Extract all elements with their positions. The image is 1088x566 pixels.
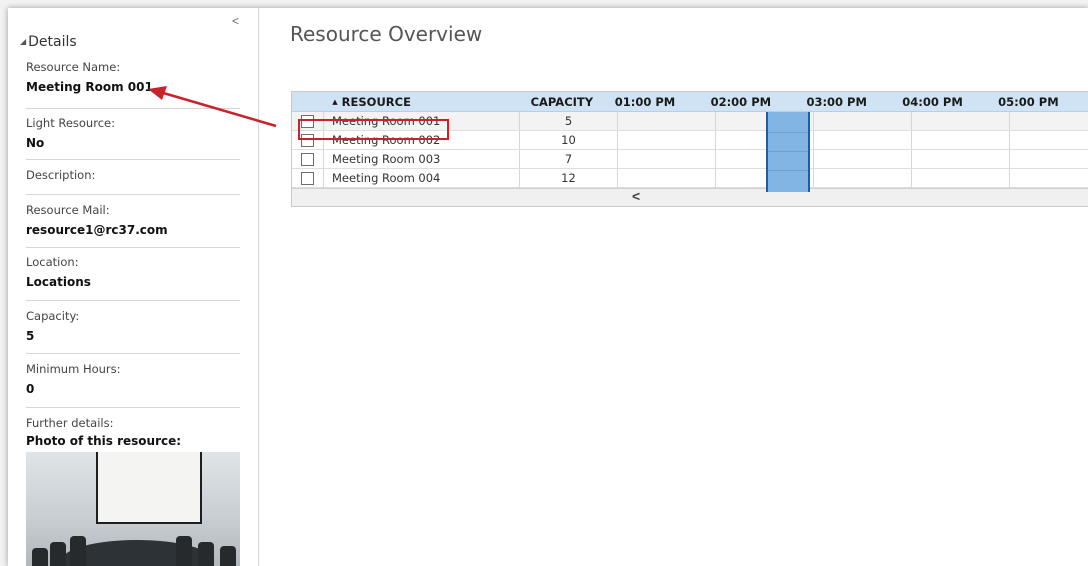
time-slot-cell[interactable]: [911, 112, 1009, 130]
chair: [220, 546, 236, 566]
field-value: No: [26, 136, 45, 150]
field-resource-name: Resource Name: Meeting Room 001: [26, 60, 240, 94]
field-further-details: Further details: Photo of this resource:: [26, 416, 240, 448]
column-header-time[interactable]: 03:00 PM: [801, 92, 897, 111]
field-location: Location: Locations: [26, 255, 240, 289]
field-value: resource1@rc37.com: [26, 223, 168, 237]
field-value: Meeting Room 001: [26, 80, 153, 94]
row-checkbox[interactable]: [301, 152, 314, 166]
booking-block[interactable]: [766, 112, 810, 192]
column-header-time[interactable]: 04:00 PM: [897, 92, 993, 111]
divider: [26, 108, 240, 109]
photo-label: Photo of this resource:: [26, 434, 182, 448]
time-slot-cell[interactable]: [617, 112, 715, 130]
field-minimum-hours: Minimum Hours: 0: [26, 362, 240, 396]
horizontal-scrollbar[interactable]: <: [292, 188, 1088, 206]
column-header-resource[interactable]: ▲ RESOURCE: [322, 92, 514, 111]
divider: [26, 353, 240, 354]
time-slot-cell[interactable]: [617, 169, 715, 187]
resource-photo: [26, 452, 240, 566]
resource-name-cell[interactable]: Meeting Room 004: [323, 169, 519, 187]
time-slot-cell[interactable]: [911, 150, 1009, 168]
divider: [26, 194, 240, 195]
column-header-time[interactable]: 01:00 PM: [610, 92, 706, 111]
row-checkbox-cell[interactable]: [292, 169, 323, 187]
resource-grid: ▲ RESOURCE CAPACITY 01:00 PM 02:00 PM 03:…: [291, 91, 1088, 207]
capacity-cell: 10: [519, 131, 617, 149]
sort-ascending-icon: ▲: [332, 97, 338, 106]
time-slot-cell[interactable]: [1009, 131, 1088, 149]
divider: [26, 407, 240, 408]
row-checkbox[interactable]: [301, 171, 314, 185]
chair: [176, 536, 192, 566]
field-value: 5: [26, 329, 35, 343]
time-slot-cell[interactable]: [617, 131, 715, 149]
annotation-highlight-box: [298, 119, 449, 140]
capacity-cell: 5: [519, 112, 617, 130]
details-section-header[interactable]: ◢ Details: [20, 34, 77, 50]
column-header-time[interactable]: 02:00 PM: [706, 92, 802, 111]
time-slot-cell[interactable]: [813, 169, 911, 187]
field-label: Resource Name:: [26, 60, 121, 74]
field-resource-mail: Resource Mail: resource1@rc37.com: [26, 203, 240, 237]
field-light-resource: Light Resource: No: [26, 116, 240, 150]
projector-screen: [96, 452, 202, 524]
table-row[interactable]: Meeting Room 004 12: [292, 169, 1088, 188]
time-slot-cell[interactable]: [813, 131, 911, 149]
details-header-label: Details: [28, 34, 77, 50]
grid-header-row: ▲ RESOURCE CAPACITY 01:00 PM 02:00 PM 03:…: [292, 92, 1088, 112]
chair: [50, 542, 66, 566]
details-sidebar: < ◢ Details Resource Name: Meeting Room 0…: [8, 8, 259, 566]
column-header-capacity[interactable]: CAPACITY: [514, 92, 610, 111]
divider: [26, 159, 240, 160]
column-header-label: RESOURCE: [341, 94, 411, 109]
time-slot-cell[interactable]: [1009, 112, 1088, 130]
capacity-cell: 12: [519, 169, 617, 187]
time-slot-cell[interactable]: [813, 150, 911, 168]
collapse-sidebar-icon[interactable]: <: [232, 14, 239, 28]
collapse-triangle-icon[interactable]: ◢: [20, 37, 26, 46]
main-content: Resource Overview ▲ RESOURCE CAPACITY 01:…: [259, 8, 1088, 566]
time-slot-cell[interactable]: [911, 169, 1009, 187]
field-capacity: Capacity: 5: [26, 309, 240, 343]
column-header-time[interactable]: 05:00 PM: [993, 92, 1088, 111]
page-title: Resource Overview: [290, 22, 483, 46]
field-label: Capacity:: [26, 309, 80, 323]
header-select-cell: [292, 92, 322, 111]
field-label: Resource Mail:: [26, 203, 110, 217]
field-description: Description:: [26, 168, 240, 188]
booking-row-divider: [768, 170, 808, 171]
field-label: Description:: [26, 168, 96, 182]
time-slot-cell[interactable]: [911, 131, 1009, 149]
field-label: Light Resource:: [26, 116, 115, 130]
time-slot-cell[interactable]: [1009, 150, 1088, 168]
field-value: 0: [26, 382, 35, 396]
time-slot-cell[interactable]: [813, 112, 911, 130]
field-label: Minimum Hours:: [26, 362, 121, 376]
divider: [26, 300, 240, 301]
capacity-cell: 7: [519, 150, 617, 168]
booking-row-divider: [768, 151, 808, 152]
chair: [70, 536, 86, 566]
resource-name-cell[interactable]: Meeting Room 003: [323, 150, 519, 168]
row-checkbox-cell[interactable]: [292, 150, 323, 168]
time-slot-cell[interactable]: [617, 150, 715, 168]
field-label: Further details:: [26, 416, 114, 430]
scroll-left-icon[interactable]: <: [632, 188, 640, 204]
chair: [32, 548, 48, 566]
field-value: Locations: [26, 275, 91, 289]
time-slot-cell[interactable]: [1009, 169, 1088, 187]
table-row[interactable]: Meeting Room 003 7: [292, 150, 1088, 169]
chair: [198, 542, 214, 566]
booking-row-divider: [768, 132, 808, 133]
divider: [26, 247, 240, 248]
window-frame: < ◢ Details Resource Name: Meeting Room 0…: [8, 8, 1088, 566]
field-label: Location:: [26, 255, 79, 269]
